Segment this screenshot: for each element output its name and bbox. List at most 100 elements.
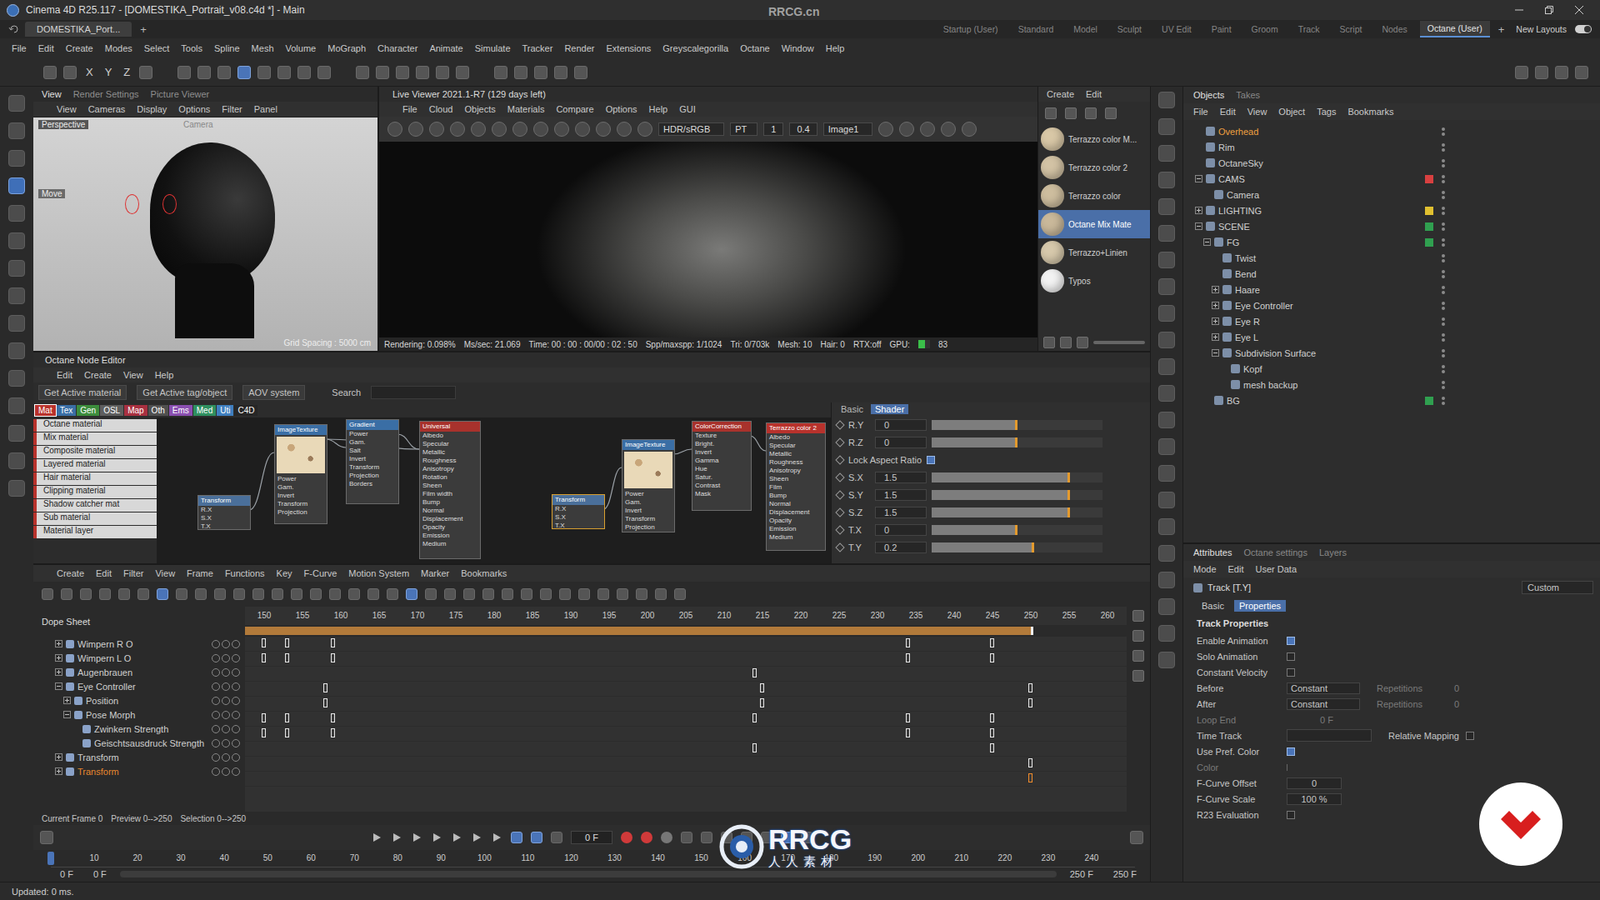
live-viewer-menu-item[interactable]: Options: [605, 104, 638, 115]
dope-sheet-icon[interactable]: [1132, 610, 1145, 622]
tool-icon[interactable]: [574, 65, 588, 80]
viewer-icon[interactable]: [899, 121, 915, 137]
render-icon[interactable]: [1515, 65, 1529, 80]
viewport-menu-item[interactable]: Options: [178, 104, 210, 115]
visibility-icon[interactable]: [211, 696, 220, 705]
timeline-ruler[interactable]: 1020304050607080901001101201301401501601…: [33, 850, 1150, 867]
keyframe[interactable]: [990, 743, 995, 753]
menu-item[interactable]: Mesh: [251, 43, 275, 54]
layer-color-swatch[interactable]: [1425, 206, 1434, 215]
timeline-tool-icon[interactable]: [137, 588, 150, 600]
timeline-tool-icon[interactable]: [60, 588, 73, 600]
layer-color-swatch[interactable]: [1425, 254, 1434, 263]
node-port[interactable]: R.X: [552, 505, 605, 514]
attribute-subtab[interactable]: Basic: [1196, 600, 1230, 612]
node-category-tab[interactable]: Uti: [216, 405, 234, 416]
node-port[interactable]: Transform: [275, 500, 327, 509]
node-port[interactable]: Bump: [420, 498, 480, 507]
node-category-tab[interactable]: Tex: [56, 405, 77, 416]
track-row[interactable]: Transform: [33, 764, 245, 779]
viewport-menu-item[interactable]: View: [56, 104, 77, 115]
keyframe[interactable]: [990, 653, 995, 663]
node-port[interactable]: Anisotropy: [766, 466, 825, 475]
object-row[interactable]: Twist: [1183, 250, 1600, 266]
node-port[interactable]: Transform: [622, 515, 675, 524]
node-type-item[interactable]: Material layer: [33, 525, 157, 539]
render-control-icon[interactable]: [616, 121, 632, 137]
toolbar-icon[interactable]: [1158, 225, 1175, 242]
visibility-dots[interactable]: [1441, 301, 1445, 310]
frame-ruler[interactable]: 1501551601651701751801851901952002052102…: [245, 606, 1127, 625]
node-editor-menu-item[interactable]: View: [123, 370, 144, 380]
expand-icon[interactable]: [55, 668, 63, 676]
menu-item[interactable]: File: [11, 43, 27, 54]
keyframe-selection-icon[interactable]: [660, 831, 673, 844]
toolbar-icon[interactable]: [1158, 145, 1175, 162]
node-port[interactable]: Invert: [692, 448, 751, 457]
fcurve-icon[interactable]: [1130, 830, 1144, 845]
expand-icon[interactable]: [1211, 333, 1220, 341]
dope-sheet-icon[interactable]: [1132, 670, 1145, 682]
material-tool-icon[interactable]: [1105, 107, 1117, 120]
node-port[interactable]: Albedo: [420, 431, 480, 440]
keyframe[interactable]: [905, 638, 910, 648]
viewport-menu-item[interactable]: Panel: [254, 104, 278, 115]
speaker-icon[interactable]: [550, 831, 563, 844]
keyframe-diamond-icon[interactable]: [835, 525, 845, 535]
shader-node[interactable]: TransformR.XS.XT.X: [197, 495, 251, 530]
node-port[interactable]: Albedo: [766, 433, 825, 442]
toolbar-icon[interactable]: [1158, 385, 1175, 402]
track-row[interactable]: Wimpern R O: [33, 636, 245, 651]
layout-tab[interactable]: Nodes: [1374, 21, 1415, 37]
timeline-menu-item[interactable]: Key: [276, 568, 293, 579]
dope-sheet-icon[interactable]: [1132, 650, 1145, 662]
toolbar-icon[interactable]: [1158, 625, 1175, 642]
timeline-tool-icon[interactable]: [271, 588, 284, 600]
visibility-dots[interactable]: [1441, 206, 1445, 215]
node-port[interactable]: Sheen: [766, 475, 825, 484]
object-menu-item[interactable]: Bookmarks: [1347, 106, 1394, 117]
lock-icon[interactable]: [221, 739, 230, 748]
keyframe[interactable]: [261, 638, 266, 648]
playback-icon[interactable]: [390, 832, 403, 843]
visibility-dots[interactable]: [1441, 175, 1445, 184]
solo-icon[interactable]: [231, 696, 240, 705]
keyframe[interactable]: [990, 713, 995, 723]
toolbar-icon[interactable]: [1158, 571, 1175, 589]
toolbar-icon[interactable]: [1158, 598, 1175, 615]
node-port[interactable]: Gamma: [692, 456, 751, 465]
menu-item[interactable]: Create: [65, 43, 94, 54]
layer-color-swatch[interactable]: [1425, 127, 1434, 136]
image-dropdown[interactable]: Image1: [823, 122, 874, 136]
sound-icon[interactable]: [530, 831, 543, 844]
viewport-tab[interactable]: View: [41, 89, 62, 100]
node-port[interactable]: Projection: [622, 523, 675, 532]
timeline-tool-icon[interactable]: [655, 588, 667, 600]
node-port[interactable]: Displacement: [420, 515, 480, 524]
attribute-menu-item[interactable]: Mode: [1193, 564, 1217, 575]
node-port[interactable]: Normal: [766, 500, 825, 509]
node-port[interactable]: Transform: [346, 463, 399, 472]
expand-icon[interactable]: [1203, 238, 1211, 246]
tool-icon[interactable]: [435, 65, 450, 80]
timeline-menu-item[interactable]: Functions: [225, 568, 265, 579]
solo-icon[interactable]: [231, 710, 240, 720]
timeline-tool-icon[interactable]: [635, 588, 648, 600]
timeline-tool-icon[interactable]: [310, 588, 322, 600]
timeline-tool-icon[interactable]: [156, 588, 169, 600]
timeline-tool-icon[interactable]: [463, 588, 475, 600]
node-port[interactable]: Metallic: [766, 450, 825, 459]
timeline-menu-item[interactable]: View: [155, 568, 175, 579]
expand-icon[interactable]: [1195, 222, 1203, 230]
toolbar-icon[interactable]: [1158, 651, 1175, 669]
node-type-item[interactable]: Sub material: [33, 512, 157, 525]
timeline-tool-icon[interactable]: [405, 588, 418, 600]
lock-icon[interactable]: [221, 654, 230, 663]
axis-lock-button[interactable]: X: [83, 65, 96, 79]
tool-icon[interactable]: [297, 65, 311, 80]
tool-icon[interactable]: [63, 65, 77, 80]
tool-icon[interactable]: [8, 260, 25, 277]
object-menu-item[interactable]: Object: [1278, 106, 1305, 117]
key-option-icon[interactable]: [700, 831, 713, 844]
render-icon[interactable]: [1575, 65, 1589, 80]
